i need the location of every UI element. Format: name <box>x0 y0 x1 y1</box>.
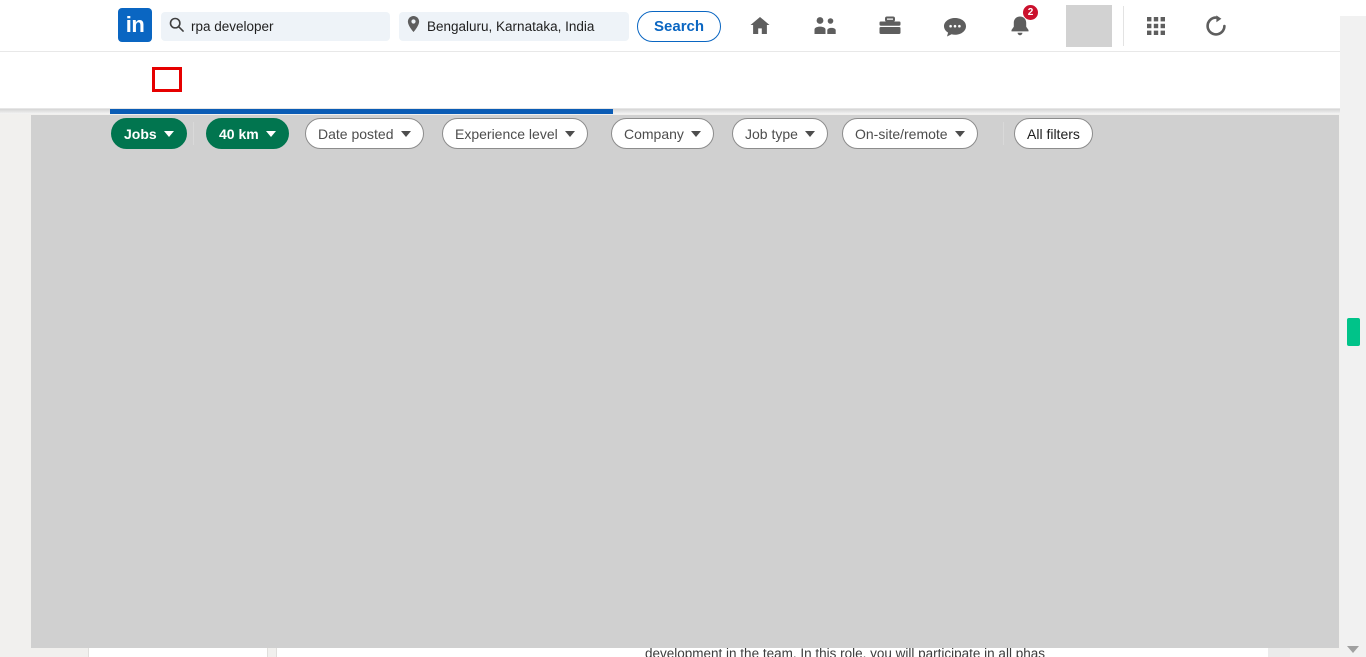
my-network-icon[interactable] <box>808 10 842 42</box>
chevron-down-icon <box>265 130 276 137</box>
messaging-icon[interactable] <box>938 10 972 42</box>
circular-arrow-icon[interactable] <box>1199 10 1233 42</box>
filter-pill-experience-level-label: Experience level <box>455 125 558 142</box>
linkedin-logo[interactable]: in <box>118 8 152 42</box>
search-input-value: rpa developer <box>191 19 274 34</box>
filter-pill-distance[interactable]: 40 km <box>206 118 289 149</box>
page-scrollbar[interactable] <box>1340 0 1366 657</box>
filter-divider-1 <box>193 122 194 145</box>
chevron-down-icon <box>804 130 815 137</box>
scrollbar-top-cap <box>1340 0 1366 16</box>
filter-pill-distance-label: 40 km <box>219 125 259 142</box>
search-button[interactable]: Search <box>637 11 722 42</box>
search-icon <box>169 17 184 37</box>
chevron-down-icon <box>163 130 174 137</box>
location-pin-icon <box>407 16 420 37</box>
filter-pill-jobs[interactable]: Jobs <box>111 118 187 149</box>
notification-badge: 2 <box>1023 5 1038 20</box>
chevron-down-icon <box>690 130 701 137</box>
avatar[interactable] <box>1066 5 1112 47</box>
jobs-briefcase-icon[interactable] <box>873 10 907 42</box>
chevron-down-icon <box>954 130 965 137</box>
filter-pill-date-posted-label: Date posted <box>318 125 394 142</box>
filter-pill-onsite-remote-label: On-site/remote <box>855 125 948 142</box>
filter-pill-all-filters-label: All filters <box>1027 125 1080 142</box>
search-input[interactable]: rpa developer <box>161 12 390 41</box>
header-divider <box>1123 6 1124 46</box>
work-grid-icon[interactable] <box>1139 10 1173 42</box>
chevron-down-icon <box>564 130 575 137</box>
location-input[interactable]: Bengaluru, Karnataka, India <box>399 12 629 41</box>
scrollbar-down-arrow-icon[interactable] <box>1347 646 1359 653</box>
filter-pill-date-posted[interactable]: Date posted <box>305 118 424 149</box>
page-load-progress-fill <box>110 109 613 114</box>
filter-pill-job-type-label: Job type <box>745 125 798 142</box>
filter-pill-company-label: Company <box>624 125 684 142</box>
location-input-value: Bengaluru, Karnataka, India <box>427 19 595 34</box>
loading-overlay <box>31 115 1339 648</box>
linkedin-jobs-search-page: in rpa developer Bengaluru, Karnataka, I… <box>0 0 1366 657</box>
chevron-down-icon <box>400 130 411 137</box>
scrollbar-thumb[interactable] <box>1347 318 1360 346</box>
home-icon[interactable] <box>743 10 777 42</box>
notifications-icon[interactable]: 2 <box>1003 5 1038 42</box>
filter-pill-jobs-label: Jobs <box>124 125 157 142</box>
filter-pill-company[interactable]: Company <box>611 118 714 149</box>
filter-pill-job-type[interactable]: Job type <box>732 118 828 149</box>
filter-pill-onsite-remote[interactable]: On-site/remote <box>842 118 978 149</box>
filter-pill-experience-level[interactable]: Experience level <box>442 118 588 149</box>
filter-pill-all-filters[interactable]: All filters <box>1014 118 1093 149</box>
filter-bar: Jobs 40 km Date posted Experience level … <box>0 52 1340 149</box>
filter-divider-2 <box>1003 122 1004 145</box>
global-header: in rpa developer Bengaluru, Karnataka, I… <box>0 0 1340 52</box>
